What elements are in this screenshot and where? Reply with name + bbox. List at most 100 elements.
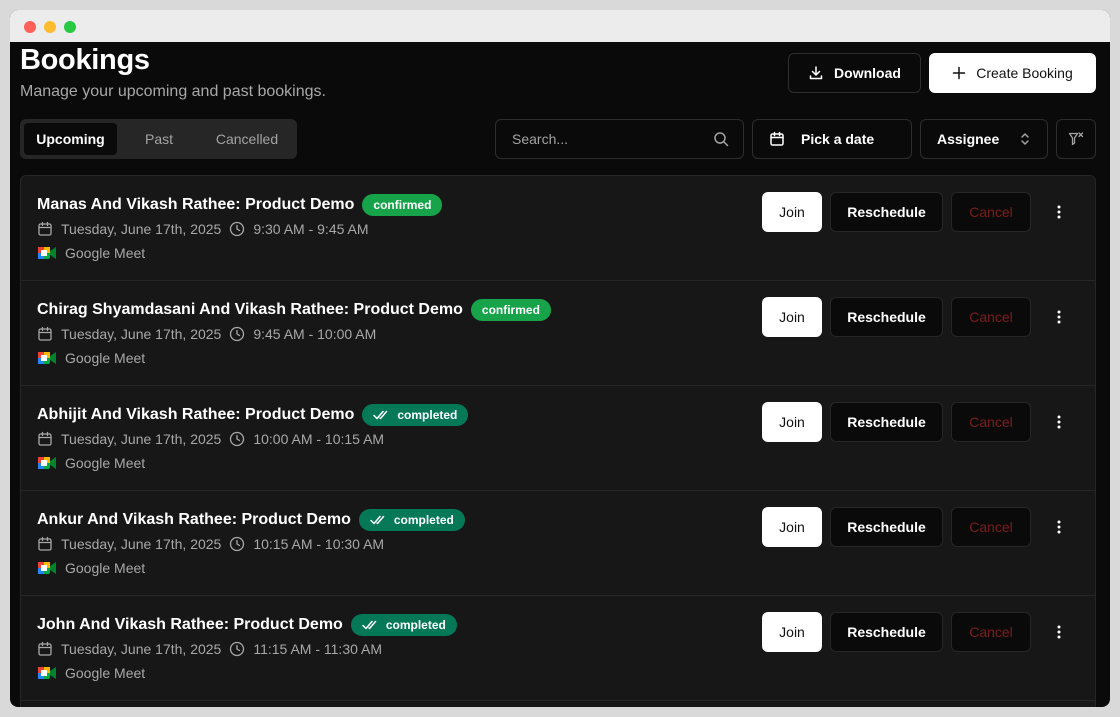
- maximize-window-button[interactable]: [64, 21, 76, 33]
- more-options-button[interactable]: [1045, 402, 1073, 442]
- reschedule-button[interactable]: Reschedule: [830, 297, 943, 337]
- chevron-up-down-icon: [1021, 133, 1029, 145]
- google-meet-icon: [38, 667, 56, 679]
- booking-location: Google Meet: [37, 350, 145, 366]
- create-booking-button[interactable]: Create Booking: [929, 53, 1096, 93]
- booking-date: Tuesday, June 17th, 2025: [61, 536, 222, 552]
- double-check-icon: [373, 410, 388, 420]
- location-label: Google Meet: [65, 245, 146, 261]
- booking-title: Manas And Vikash Rathee: Product Demo: [37, 196, 355, 213]
- booking-date: Tuesday, June 17th, 2025: [61, 221, 222, 237]
- reschedule-button[interactable]: Reschedule: [830, 612, 943, 652]
- booking-meta: Tuesday, June 17th, 2025 11:15 AM - 11:3…: [37, 641, 382, 657]
- location-label: Google Meet: [65, 560, 146, 576]
- booking-title-wrap: Manas And Vikash Rathee: Product Demo co…: [37, 194, 443, 216]
- more-vertical-icon: [1057, 625, 1061, 639]
- assignee-select[interactable]: Assignee: [920, 119, 1048, 159]
- booking-meta: Tuesday, June 17th, 2025 9:45 AM - 10:00…: [37, 326, 376, 342]
- more-options-button[interactable]: [1045, 192, 1073, 232]
- bookings-list: Manas And Vikash Rathee: Product Demo co…: [20, 175, 1096, 707]
- calendar-icon: [38, 641, 52, 656]
- booking-location: Google Meet: [37, 665, 145, 681]
- minimize-window-button[interactable]: [44, 21, 56, 33]
- calendar-icon: [770, 131, 784, 146]
- clock-icon: [230, 221, 245, 237]
- google-meet-icon: [38, 457, 56, 469]
- booking-title: Chirag Shyamdasani And Vikash Rathee: Pr…: [37, 301, 463, 318]
- tab-upcoming[interactable]: Upcoming: [24, 123, 117, 155]
- more-vertical-icon: [1057, 310, 1061, 324]
- status-label: completed: [393, 513, 454, 527]
- download-button[interactable]: Download: [788, 53, 921, 93]
- tab-past[interactable]: Past: [117, 123, 201, 155]
- join-button[interactable]: Join: [762, 612, 822, 652]
- join-button[interactable]: Join: [762, 507, 822, 547]
- date-picker-label: Pick a date: [801, 131, 875, 147]
- status-label: confirmed: [481, 303, 540, 317]
- booking-title: John And Vikash Rathee: Product Demo: [37, 616, 343, 633]
- google-meet-icon: [38, 247, 56, 259]
- cancel-button[interactable]: Cancel: [951, 612, 1031, 652]
- more-options-button[interactable]: [1045, 297, 1073, 337]
- more-vertical-icon: [1057, 415, 1061, 429]
- booking-location: Google Meet: [37, 560, 145, 576]
- calendar-icon: [38, 326, 52, 341]
- join-button[interactable]: Join: [762, 402, 822, 442]
- double-check-icon: [362, 620, 377, 630]
- join-button[interactable]: Join: [762, 192, 822, 232]
- search-input[interactable]: [512, 131, 692, 147]
- booking-location: Google Meet: [37, 455, 145, 471]
- more-options-button[interactable]: [1045, 507, 1073, 547]
- title-bar: [10, 10, 1110, 42]
- status-label: completed: [385, 618, 446, 632]
- cancel-button[interactable]: Cancel: [951, 402, 1031, 442]
- google-meet-icon: [38, 562, 56, 574]
- booking-row: Chirag Shyamdasani And Vikash Rathee: Pr…: [21, 281, 1095, 386]
- clear-filter-button[interactable]: [1056, 119, 1096, 159]
- download-icon: [809, 66, 823, 80]
- booking-time: 9:30 AM - 9:45 AM: [253, 221, 369, 237]
- booking-date: Tuesday, June 17th, 2025: [61, 326, 222, 342]
- reschedule-button[interactable]: Reschedule: [830, 192, 943, 232]
- more-options-button[interactable]: [1045, 612, 1073, 652]
- join-button[interactable]: Join: [762, 297, 822, 337]
- calendar-icon: [38, 221, 52, 236]
- double-check-icon: [370, 515, 385, 525]
- booking-meta: Tuesday, June 17th, 2025 10:00 AM - 10:1…: [37, 431, 384, 447]
- booking-time: 10:00 AM - 10:15 AM: [253, 431, 385, 447]
- booking-date: Tuesday, June 17th, 2025: [61, 431, 222, 447]
- date-picker-button[interactable]: Pick a date: [752, 119, 912, 159]
- calendar-icon: [38, 536, 52, 551]
- cancel-button[interactable]: Cancel: [951, 297, 1031, 337]
- assignee-label: Assignee: [937, 131, 1000, 147]
- booking-location: Google Meet: [37, 245, 145, 261]
- reschedule-button[interactable]: Reschedule: [830, 402, 943, 442]
- clock-icon: [230, 431, 245, 447]
- google-meet-icon: [38, 352, 56, 364]
- booking-title-wrap: Abhijit And Vikash Rathee: Product Demo …: [37, 404, 469, 426]
- booking-time: 9:45 AM - 10:00 AM: [253, 326, 377, 342]
- search-box: [495, 119, 744, 159]
- plus-icon: [952, 66, 966, 80]
- booking-meta: Tuesday, June 17th, 2025 10:15 AM - 10:3…: [37, 536, 384, 552]
- reschedule-button[interactable]: Reschedule: [830, 507, 943, 547]
- booking-time: 11:15 AM - 11:30 AM: [253, 641, 383, 657]
- create-booking-label: Create Booking: [976, 65, 1073, 81]
- booking-tabs: Upcoming Past Cancelled: [20, 119, 297, 159]
- booking-title: Abhijit And Vikash Rathee: Product Demo: [37, 406, 355, 423]
- cancel-button[interactable]: Cancel: [951, 507, 1031, 547]
- close-window-button[interactable]: [24, 21, 36, 33]
- status-label: confirmed: [373, 198, 432, 212]
- location-label: Google Meet: [65, 455, 146, 471]
- status-label: completed: [397, 408, 458, 422]
- tab-cancelled[interactable]: Cancelled: [201, 123, 293, 155]
- cancel-button[interactable]: Cancel: [951, 192, 1031, 232]
- booking-title-wrap: John And Vikash Rathee: Product Demo com…: [37, 614, 457, 636]
- booking-title: Ankur And Vikash Rathee: Product Demo: [37, 511, 351, 528]
- booking-time: 10:15 AM - 10:30 AM: [253, 536, 385, 552]
- download-label: Download: [834, 65, 901, 81]
- booking-row: Manas And Vikash Rathee: Product Demo co…: [21, 176, 1095, 281]
- app-window: Bookings Manage your upcoming and past b…: [10, 10, 1110, 707]
- booking-row: Ankur And Vikash Rathee: Product Demo co…: [21, 491, 1095, 596]
- booking-title-wrap: Chirag Shyamdasani And Vikash Rathee: Pr…: [37, 299, 551, 321]
